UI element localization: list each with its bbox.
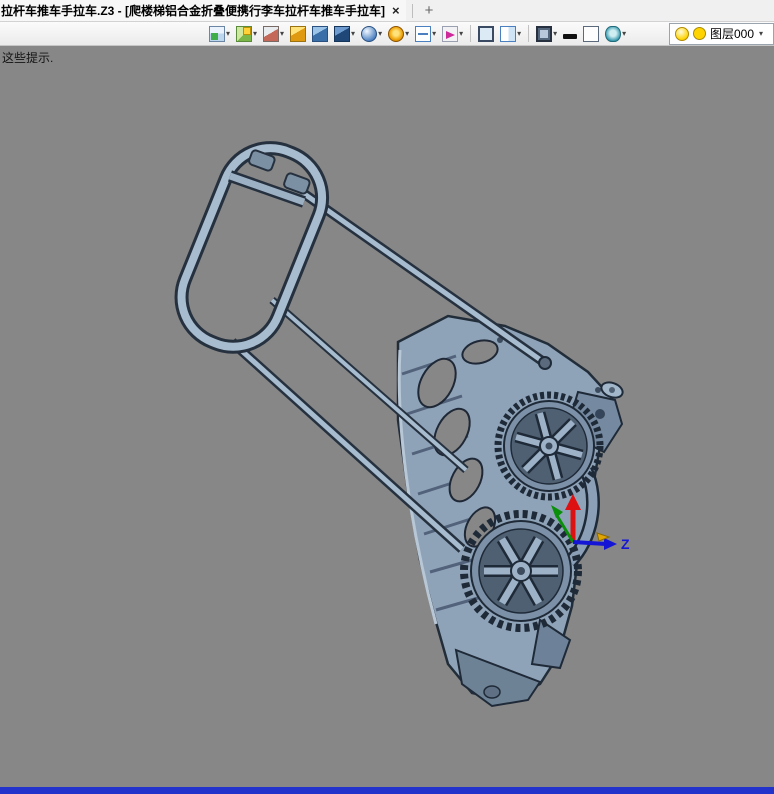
- view-orientation-icon-glyph: [442, 25, 459, 42]
- cart-model[interactable]: [167, 134, 625, 708]
- visibility-filter-icon-glyph: [605, 25, 622, 42]
- background-color-icon[interactable]: [581, 23, 601, 45]
- viewport-canvas[interactable]: 这些提示. Z: [0, 47, 774, 787]
- solid-display-icon-glyph: [312, 25, 329, 42]
- visibility-filter-icon[interactable]: ▾: [603, 23, 628, 45]
- wireframe-display-icon-glyph: [263, 25, 280, 42]
- fullscreen-icon-glyph: [478, 25, 495, 42]
- dropdown-caret: ▾: [378, 29, 383, 38]
- dropdown-caret: ▾: [517, 29, 522, 38]
- new-tab-button[interactable]: +: [419, 2, 440, 20]
- spin-view-icon[interactable]: ▾: [386, 23, 411, 45]
- appearance-icon[interactable]: ▾: [234, 23, 259, 45]
- tab-close-button[interactable]: ×: [390, 3, 402, 18]
- shaded-edges-display-icon-glyph: [334, 25, 351, 42]
- dropdown-caret: ▾: [405, 29, 410, 38]
- toolbar-separator: [528, 25, 530, 42]
- screen-capture-icon[interactable]: ▾: [207, 23, 232, 45]
- layer-name-label: 图层000: [710, 27, 755, 41]
- status-strip: [0, 787, 774, 794]
- dropdown-caret: ▾: [253, 29, 258, 38]
- axis-z-arrow: [604, 538, 617, 550]
- dropdown-caret: ▾: [553, 29, 558, 38]
- axis-z-label: Z: [621, 536, 630, 552]
- viewport-split-icon[interactable]: ▾: [498, 23, 523, 45]
- layer-visibility-bulb-icon[interactable]: [675, 26, 689, 41]
- tab-separator: [411, 3, 413, 18]
- toolbar-separator: [470, 25, 472, 42]
- toolbar-icons: ▾ ▾ ▾ ▾ ▾ ▾ ▾ ▾ ▾ ▾ ▾: [206, 23, 629, 45]
- edge-width-icon[interactable]: [561, 23, 579, 45]
- dropdown-caret: ▾: [226, 29, 231, 38]
- appearance-icon-glyph: [236, 25, 253, 42]
- tab-title: 拉杆车推车手拉车.Z3 - [爬楼梯铝合金折叠便携行李车拉杆车推车手拉车]: [1, 4, 385, 18]
- shaded-edges-display-icon[interactable]: ▾: [332, 23, 357, 45]
- screen-capture-icon-glyph: [209, 25, 225, 42]
- render-material-icon-glyph: [361, 25, 378, 42]
- edge-width-icon-glyph: [563, 34, 578, 39]
- solid-display-icon[interactable]: [310, 23, 330, 45]
- layer-dropdown-caret[interactable]: ▾: [759, 29, 763, 38]
- layer-control[interactable]: 图层000 ▾: [669, 22, 774, 45]
- dropdown-caret: ▾: [280, 29, 285, 38]
- shaded-display-icon-glyph: [290, 25, 307, 42]
- spin-view-icon-glyph: [388, 25, 405, 42]
- display-settings-icon[interactable]: ▾: [534, 23, 559, 45]
- view-orientation-icon[interactable]: ▾: [440, 23, 465, 45]
- display-settings-icon-glyph: [536, 25, 553, 42]
- dropdown-caret: ▾: [622, 29, 627, 38]
- base-plate[interactable]: [396, 314, 620, 702]
- handle-loop[interactable]: [167, 134, 337, 362]
- dropdown-caret: ▾: [432, 29, 437, 38]
- view-toolbar: ▾ ▾ ▾ ▾ ▾ ▾ ▾ ▾ ▾ ▾ ▾ 图层000 ▾: [0, 22, 774, 46]
- document-tab[interactable]: 拉杆车推车手拉车.Z3 - [爬楼梯铝合金折叠便携行李车拉杆车推车手拉车] ×: [0, 0, 406, 21]
- layer-color-swatch[interactable]: [693, 27, 706, 40]
- shaded-display-icon[interactable]: [288, 23, 308, 45]
- wireframe-display-icon[interactable]: ▾: [261, 23, 286, 45]
- viewport-split-icon-glyph: [500, 25, 517, 42]
- tab-bar: 拉杆车推车手拉车.Z3 - [爬楼梯铝合金折叠便携行李车拉杆车推车手拉车] × …: [0, 0, 774, 22]
- render-material-icon[interactable]: ▾: [359, 23, 384, 45]
- section-view-icon[interactable]: ▾: [413, 23, 438, 45]
- model-view-svg[interactable]: Z: [0, 47, 774, 787]
- section-view-icon-glyph: [415, 25, 432, 42]
- dropdown-caret: ▾: [351, 29, 356, 38]
- dropdown-caret: ▾: [459, 29, 464, 38]
- background-color-icon-glyph: [583, 25, 600, 42]
- fullscreen-icon[interactable]: [476, 23, 496, 45]
